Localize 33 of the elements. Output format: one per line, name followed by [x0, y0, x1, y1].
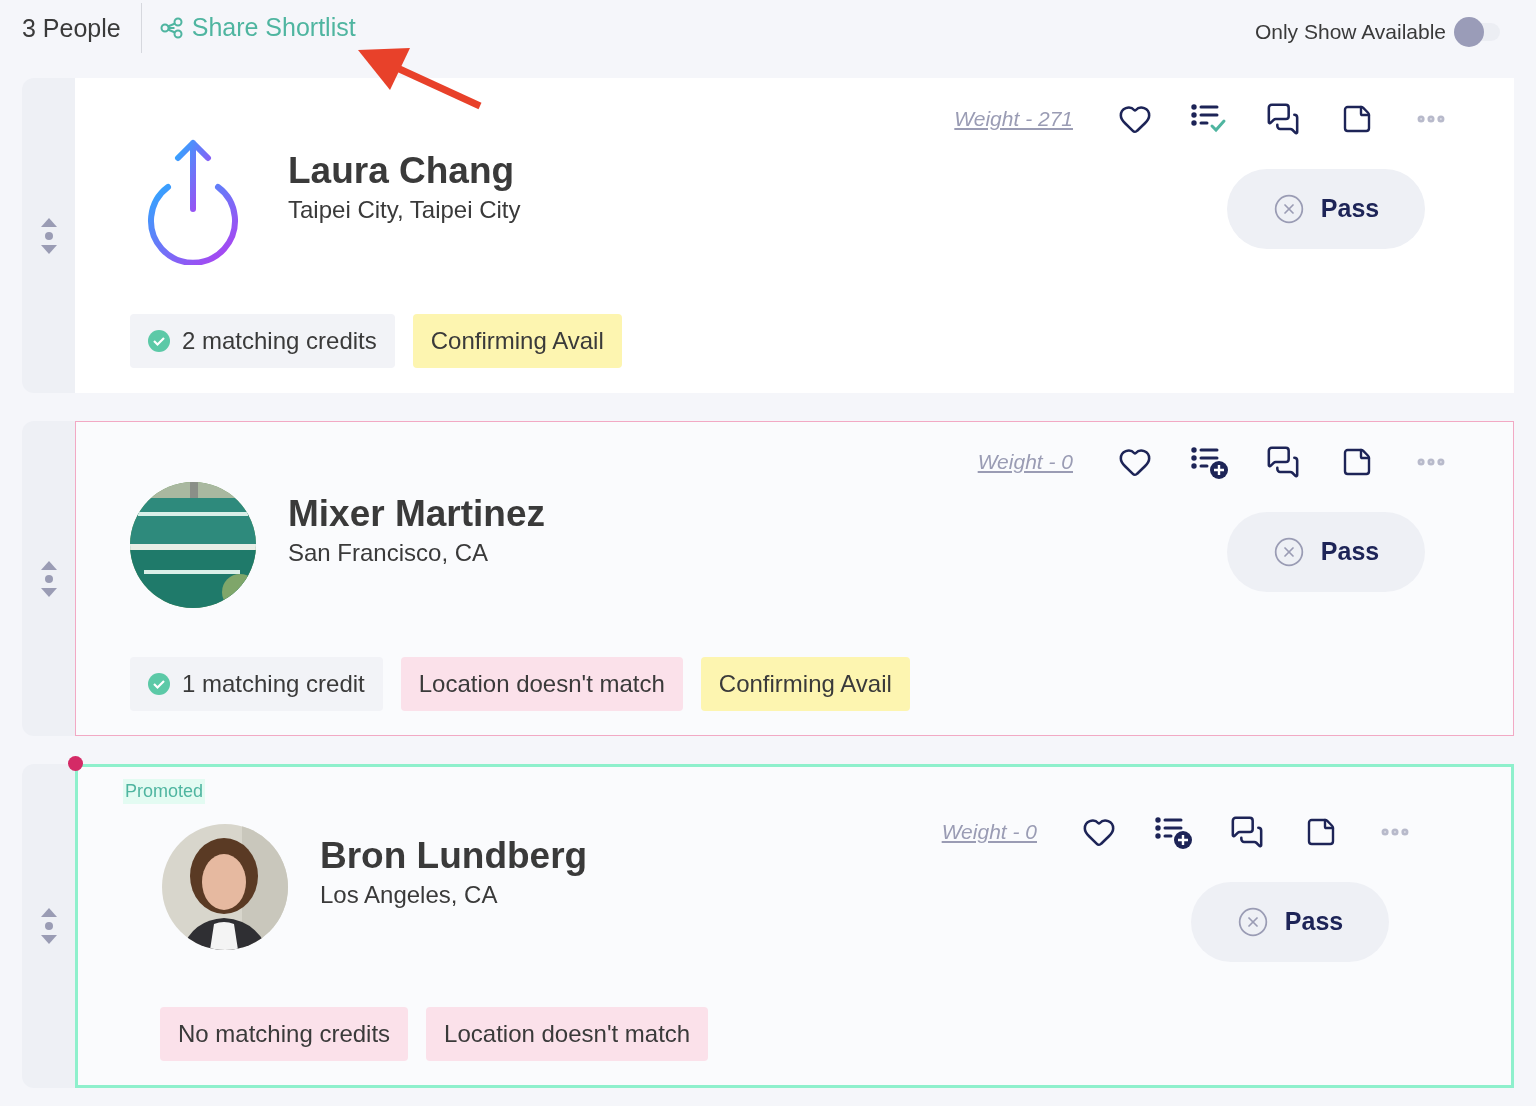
toggle-label: Only Show Available — [1254, 19, 1446, 46]
candidate-location: Los Angeles, CA — [320, 880, 499, 910]
close-icon — [1272, 193, 1305, 225]
pass-button[interactable]: Pass — [1227, 169, 1425, 249]
people-count: 3 People — [22, 3, 142, 53]
candidate-name: Bron Lundberg — [320, 834, 588, 878]
available-toggle[interactable] — [1454, 17, 1500, 47]
pass-button[interactable]: Pass — [1227, 512, 1425, 592]
drag-handle-icon[interactable] — [39, 907, 58, 945]
tag-text: 1 matching credit — [182, 669, 365, 699]
pass-button[interactable]: Pass — [1191, 882, 1389, 962]
close-icon — [1236, 906, 1269, 938]
close-icon — [1272, 536, 1305, 568]
drag-handle-icon[interactable] — [39, 216, 58, 255]
tag-text: Location doesn't match — [418, 669, 665, 699]
check-icon — [148, 673, 170, 695]
tag-text: Confirming Avail — [430, 326, 604, 356]
candidate-location: San Francisco, CA — [288, 538, 490, 568]
tag-text: Confirming Avail — [718, 669, 892, 699]
weight-link[interactable]: Weight - 271 — [954, 103, 1073, 135]
candidate-name: Laura Chang — [288, 149, 516, 193]
candidate-location: Taipei City, Taipei City — [288, 195, 521, 225]
candidate-name: Mixer Martinez — [288, 492, 545, 536]
weight-link[interactable]: Weight - 0 — [941, 816, 1037, 848]
share-icon — [159, 17, 184, 39]
tag-text: 2 matching credits — [182, 326, 377, 356]
weight-link[interactable]: Weight - 0 — [977, 446, 1073, 478]
check-icon — [148, 330, 170, 352]
tag-text: No matching credits — [178, 1019, 391, 1049]
promoted-badge: Promoted — [123, 779, 206, 804]
drag-handle-icon[interactable] — [39, 559, 58, 598]
share-shortlist-link[interactable]: Share Shortlist — [159, 9, 356, 47]
tag-text: Location doesn't match — [444, 1019, 691, 1049]
